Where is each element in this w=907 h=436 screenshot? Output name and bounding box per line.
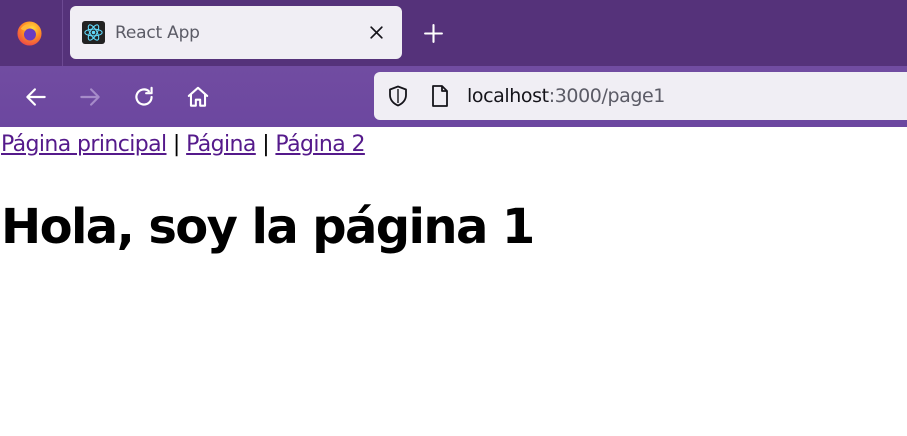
- link-separator: |: [262, 132, 270, 157]
- link-separator: |: [172, 132, 180, 157]
- shield-icon[interactable]: [386, 84, 410, 108]
- tab-strip: React App: [0, 0, 907, 66]
- navigation-toolbar: localhost:3000/page1: [0, 66, 907, 127]
- tab-title: React App: [115, 23, 200, 43]
- link-pagina-2[interactable]: Página 2: [275, 132, 365, 157]
- forward-arrow-icon[interactable]: [77, 84, 103, 110]
- page-icon[interactable]: [429, 84, 451, 108]
- back-arrow-icon[interactable]: [23, 84, 49, 110]
- reload-icon[interactable]: [131, 84, 157, 110]
- page-heading: Hola, soy la página 1: [1, 199, 535, 255]
- nav-links: Página principal | Página | Página 2: [1, 132, 365, 157]
- tab-react-app[interactable]: React App: [70, 6, 402, 59]
- home-icon[interactable]: [185, 84, 211, 110]
- plus-icon[interactable]: [423, 23, 444, 44]
- close-icon[interactable]: [368, 24, 385, 41]
- url-text[interactable]: localhost:3000/page1: [467, 85, 665, 107]
- url-host: localhost: [467, 85, 549, 107]
- address-bar[interactable]: localhost:3000/page1: [374, 72, 907, 120]
- react-icon: [82, 21, 105, 44]
- link-pagina-principal[interactable]: Página principal: [1, 132, 167, 157]
- url-path: :3000/page1: [548, 85, 666, 107]
- page-content: Página principal | Página | Página 2 Hol…: [0, 127, 907, 436]
- link-pagina[interactable]: Página: [186, 132, 256, 157]
- firefox-logo-icon[interactable]: [16, 20, 43, 47]
- tab-separator: [62, 0, 63, 66]
